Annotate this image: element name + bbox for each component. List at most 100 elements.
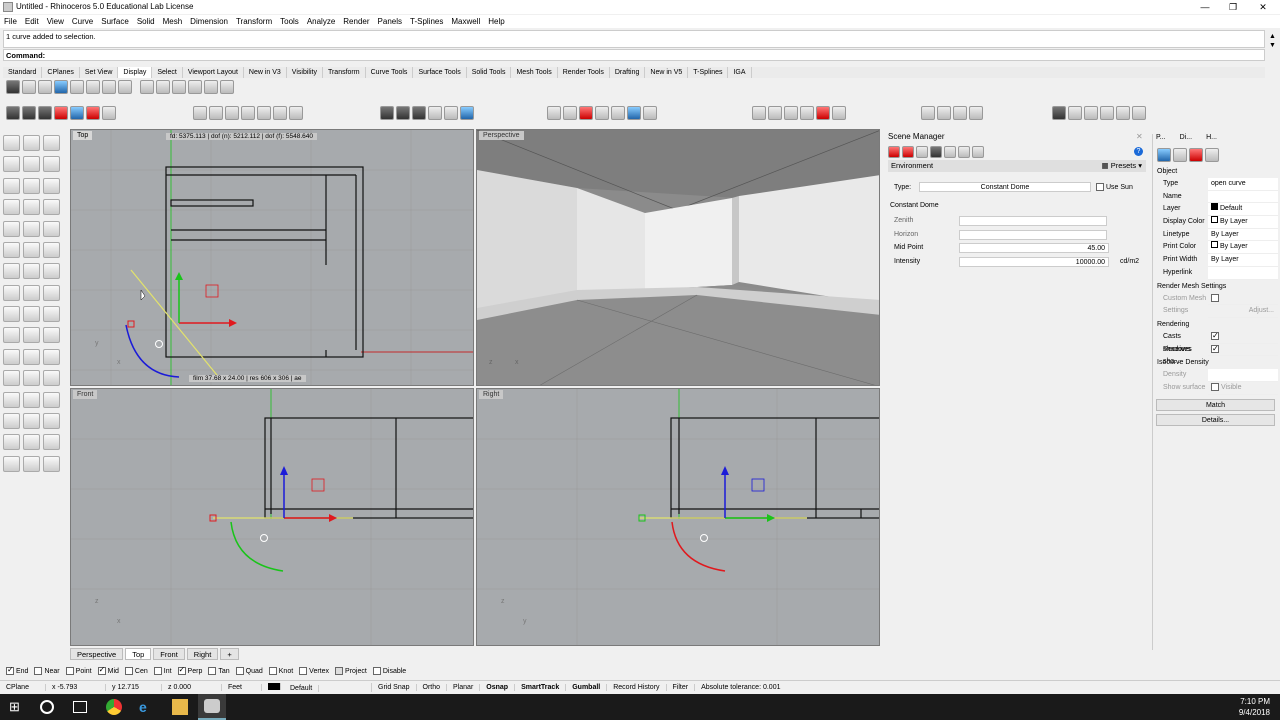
tab-select[interactable]: Select: [152, 67, 183, 78]
maxwell-measure-icon[interactable]: [273, 106, 287, 120]
osnap-project-checkbox[interactable]: [335, 667, 344, 675]
show-icon[interactable]: [23, 412, 40, 429]
osnap-vertex-checkbox[interactable]: [299, 667, 308, 675]
tool-f-icon[interactable]: [1132, 106, 1146, 120]
right-elevation-outline[interactable]: [670, 417, 880, 519]
prop-linetype-dropdown[interactable]: By Layer: [1208, 228, 1278, 242]
polyline-icon[interactable]: [3, 156, 20, 173]
maxwell-object-icon[interactable]: [380, 106, 394, 120]
material-props-icon[interactable]: [1173, 148, 1187, 162]
menu-view[interactable]: View: [43, 15, 68, 28]
status-grid-snap[interactable]: Grid Snap: [372, 683, 417, 691]
grid-2-icon[interactable]: [937, 106, 951, 120]
menu-tools[interactable]: Tools: [276, 15, 303, 28]
dimension-icon[interactable]: [23, 306, 40, 322]
windows-start-icon[interactable]: ⊞: [9, 699, 25, 715]
maxwell-fire-icon[interactable]: [102, 106, 116, 120]
viewport-perspective[interactable]: zx Perspective: [476, 129, 880, 386]
menu-dimension[interactable]: Dimension: [186, 15, 232, 28]
grid-4-icon[interactable]: [969, 106, 983, 120]
osnap-quad[interactable]: Quad: [235, 667, 263, 675]
use-sun-checkbox[interactable]: Use Sun: [1096, 183, 1133, 191]
menu-render[interactable]: Render: [339, 15, 373, 28]
mid-point-input[interactable]: 45.00: [959, 243, 1109, 253]
use-sun-box[interactable]: [1096, 183, 1104, 191]
scene-dark-icon[interactable]: [930, 146, 942, 158]
viewport-right-label[interactable]: Right: [479, 390, 504, 399]
maxwell-texture-icon[interactable]: [595, 106, 609, 120]
curve-icon[interactable]: [23, 156, 40, 173]
tab-set-view[interactable]: Set View: [80, 67, 119, 78]
render-light-icon[interactable]: [172, 80, 186, 94]
grid-1-icon[interactable]: [921, 106, 935, 120]
maxwell-list-icon[interactable]: [428, 106, 442, 120]
trim-icon[interactable]: [43, 220, 60, 237]
panel-close-icon[interactable]: ✕: [1136, 132, 1143, 141]
osnap-perp-checkbox[interactable]: [177, 665, 186, 675]
tspline-icon[interactable]: [3, 391, 20, 408]
gumball-icon[interactable]: [43, 177, 60, 194]
scene-delete-icon[interactable]: [902, 146, 914, 158]
vptab-top[interactable]: Top: [125, 648, 152, 660]
tab-mesh-tools[interactable]: Mesh Tools: [511, 67, 558, 78]
rhino-taskbar-button[interactable]: [198, 694, 226, 720]
osnap-near[interactable]: Near: [34, 667, 60, 675]
surface-icon[interactable]: [3, 241, 20, 258]
maxwell-emitter-icon[interactable]: [193, 106, 207, 120]
status-ortho[interactable]: Ortho: [417, 683, 448, 691]
tab-tsplines[interactable]: T-Splines: [688, 67, 729, 78]
maxwell-sphere-icon[interactable]: [547, 106, 561, 120]
paint-icon[interactable]: [3, 306, 20, 322]
custom-mesh-checkbox[interactable]: [1211, 293, 1219, 302]
prop-print-width-dropdown[interactable]: By Layer: [1208, 254, 1278, 267]
polygon-icon[interactable]: [23, 199, 40, 216]
tab-display-panel[interactable]: Di...: [1180, 134, 1192, 145]
menu-transform[interactable]: Transform: [232, 15, 276, 28]
file-explorer-icon[interactable]: [172, 699, 188, 715]
search-icon[interactable]: [40, 700, 54, 714]
group-icon[interactable]: [3, 327, 20, 344]
osnap-int-checkbox[interactable]: [153, 667, 162, 675]
maxwell-wave-icon[interactable]: [643, 106, 657, 120]
menu-surface[interactable]: Surface: [97, 15, 133, 28]
maxwell-options-icon[interactable]: [444, 106, 458, 120]
viewport-perspective-label[interactable]: Perspective: [479, 131, 524, 140]
command-prompt[interactable]: Command:: [3, 49, 1265, 61]
maxwell-help-icon[interactable]: [460, 106, 474, 120]
close-button[interactable]: ✕: [1248, 0, 1278, 14]
sweep-icon[interactable]: [43, 284, 60, 301]
maxwell-grass-icon[interactable]: [225, 106, 239, 120]
osnap-cen[interactable]: Cen: [124, 667, 148, 675]
osnap-disable[interactable]: Disable: [372, 667, 406, 675]
prop-name-input[interactable]: [1208, 190, 1278, 204]
vptab-perspective[interactable]: Perspective: [70, 648, 124, 660]
scene-check-icon[interactable]: [972, 146, 984, 158]
tab-drafting[interactable]: Drafting: [610, 67, 646, 78]
extra-icon[interactable]: [43, 455, 60, 472]
maxwell-water-icon[interactable]: [627, 106, 641, 120]
select-arrow-icon[interactable]: [3, 135, 20, 151]
tool-e-icon[interactable]: [1116, 106, 1130, 120]
ellipse-icon[interactable]: [3, 220, 20, 237]
analyze-icon[interactable]: [3, 348, 20, 365]
tab-render-tools[interactable]: Render Tools: [558, 67, 610, 78]
system-clock[interactable]: 7:10 PM 9/4/2018: [1239, 696, 1270, 718]
density-input[interactable]: [1208, 369, 1278, 382]
plan-outline[interactable]: [165, 166, 364, 358]
maxwell-cam-2-icon[interactable]: [768, 106, 782, 120]
tab-properties[interactable]: P...: [1156, 134, 1166, 145]
menu-mesh[interactable]: Mesh: [159, 15, 187, 28]
viewport-front-label[interactable]: Front: [73, 390, 98, 399]
osnap-perp[interactable]: Perp: [177, 665, 202, 675]
status-record-history[interactable]: Record History: [607, 683, 667, 691]
status-planar[interactable]: Planar: [447, 683, 481, 691]
osnap-end[interactable]: End: [6, 665, 28, 675]
show-surface-checkbox[interactable]: [1211, 383, 1219, 392]
maxwell-lamp-icon[interactable]: [563, 106, 577, 120]
tool-b-icon[interactable]: [1068, 106, 1082, 120]
osnap-knot[interactable]: Knot: [268, 667, 293, 675]
status-gumball[interactable]: Gumball: [566, 683, 608, 691]
intensity-input[interactable]: 10000.00: [959, 257, 1109, 267]
maxwell-red-sphere-icon[interactable]: [579, 106, 593, 120]
maxwell-camera-icon[interactable]: [209, 106, 223, 120]
